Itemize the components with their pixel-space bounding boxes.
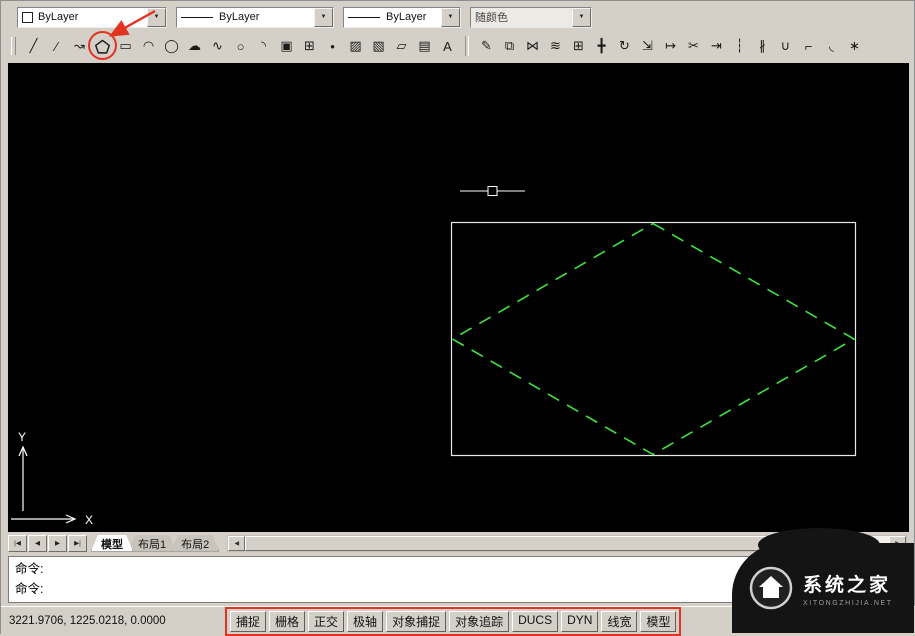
scale-icon[interactable]: ⇲ <box>636 34 659 58</box>
chevron-down-icon[interactable]: ▼ <box>441 8 460 27</box>
arc-icon[interactable]: ◠ <box>137 34 160 58</box>
annotation-highlight-box: 捕捉栅格正交极轴对象捕捉对象追踪DUCSDYN线宽模型 <box>225 607 681 636</box>
status-toggle-snap[interactable]: 捕捉 <box>230 611 266 632</box>
polyline-icon[interactable]: ↝ <box>68 34 91 58</box>
ucs-x-label: X <box>85 513 93 527</box>
region-icon[interactable]: ▱ <box>390 34 413 58</box>
watermark-site-domain: XITONGZHIJIA.NET <box>803 600 893 607</box>
circle-icon[interactable]: ◯ <box>160 34 183 58</box>
linetype-combo-value: ByLayer <box>219 11 259 23</box>
extend-icon[interactable]: ⇥ <box>705 34 728 58</box>
linetype-combo[interactable]: ByLayer ▼ <box>176 7 334 28</box>
polygon-icon[interactable] <box>91 34 114 58</box>
hatch-icon[interactable]: ▨ <box>344 34 367 58</box>
explode-icon[interactable]: ∗ <box>843 34 866 58</box>
site-logo-icon <box>748 565 794 611</box>
status-toggle-dyn[interactable]: DYN <box>561 611 598 632</box>
status-toggle-lineweight[interactable]: 线宽 <box>601 611 637 632</box>
tab-nav-prev[interactable]: ◀ <box>28 535 47 552</box>
chevron-down-icon[interactable]: ▼ <box>572 8 591 27</box>
status-toggle-ducs[interactable]: DUCS <box>512 611 558 632</box>
rectangle-entity[interactable] <box>452 223 856 456</box>
tab-nav-buttons: |◀◀▶▶| <box>8 535 88 552</box>
mirror-icon[interactable]: ⋈ <box>521 34 544 58</box>
tab-model[interactable]: 模型 <box>91 535 133 552</box>
dashed-diamond-entity[interactable] <box>453 224 855 455</box>
rectangle-icon[interactable]: ▭ <box>114 34 137 58</box>
drawing-canvas[interactable]: Y X <box>8 63 909 532</box>
copy-icon[interactable]: ⧉ <box>498 34 521 58</box>
gradient-icon[interactable]: ▧ <box>367 34 390 58</box>
coordinates-readout: 3221.9706, 1225.0218, 0.0000 <box>9 615 225 627</box>
array-icon[interactable]: ⊞ <box>567 34 590 58</box>
break-at-point-icon[interactable]: ┆ <box>728 34 751 58</box>
lineweight-combo[interactable]: ByLayer ▼ <box>343 7 461 28</box>
make-block-icon[interactable]: ⊞ <box>298 34 321 58</box>
status-toggle-polar[interactable]: 极轴 <box>347 611 383 632</box>
ucs-y-label: Y <box>18 430 26 444</box>
status-toggle-osnap[interactable]: 对象捕捉 <box>386 611 446 632</box>
toolbar-grip[interactable] <box>11 37 16 55</box>
tab-layout1[interactable]: 布局1 <box>128 535 176 552</box>
point-icon[interactable]: • <box>321 34 344 58</box>
chamfer-icon[interactable]: ⌐ <box>797 34 820 58</box>
chevron-down-icon[interactable]: ▼ <box>147 8 166 27</box>
revcloud-icon[interactable]: ☁ <box>183 34 206 58</box>
stretch-icon[interactable]: ↦ <box>659 34 682 58</box>
insert-block-icon[interactable]: ▣ <box>275 34 298 58</box>
canvas-graphics: Y X <box>8 63 909 532</box>
line-icon[interactable]: ╱ <box>22 34 45 58</box>
draw-toolbar: ╱⁄↝ ▭◠◯☁∿○◝▣⊞•▨▧▱▤A <box>22 34 459 58</box>
modify-toolbar: ✎⧉⋈≋⊞╋↻⇲↦✂⇥┆∦∪⌐◟∗ <box>475 34 866 58</box>
watermark-site-name: 系统之家 <box>803 570 893 597</box>
status-toggle-otrack[interactable]: 对象追踪 <box>449 611 509 632</box>
scroll-left-icon[interactable]: ◀ <box>228 536 245 551</box>
ellipse-arc-icon[interactable]: ◝ <box>252 34 275 58</box>
status-toggle-model[interactable]: 模型 <box>640 611 676 632</box>
fillet-icon[interactable]: ◟ <box>820 34 843 58</box>
trim-icon[interactable]: ✂ <box>682 34 705 58</box>
watermark: 系统之家 XITONGZHIJIA.NET <box>732 543 914 633</box>
construction-line-icon[interactable]: ⁄ <box>45 34 68 58</box>
status-toggle-grid[interactable]: 栅格 <box>269 611 305 632</box>
status-toggles: 捕捉栅格正交极轴对象捕捉对象追踪DUCSDYN线宽模型 <box>230 611 676 632</box>
join-icon[interactable]: ∪ <box>774 34 797 58</box>
plotstyle-combo[interactable]: 随颜色 ▼ <box>470 7 592 28</box>
lineweight-combo-value: ByLayer <box>386 11 426 23</box>
tab-nav-first[interactable]: |◀ <box>8 535 27 552</box>
tab-layout2[interactable]: 布局2 <box>171 535 219 552</box>
properties-toolbar: ByLayer ▼ ByLayer ▼ ByLayer ▼ 随颜色 ▼ <box>7 6 592 28</box>
erase-icon[interactable]: ✎ <box>475 34 498 58</box>
tab-nav-next[interactable]: ▶ <box>48 535 67 552</box>
ellipse-icon[interactable]: ○ <box>229 34 252 58</box>
draw-modify-toolbar: ╱⁄↝▭◠◯☁∿○◝▣⊞•▨▧▱▤A ✎⧉⋈≋⊞╋↻⇲↦✂⇥┆∦∪⌐◟∗ <box>7 33 866 59</box>
tab-nav-last[interactable]: ▶| <box>68 535 87 552</box>
color-swatch-icon <box>22 12 33 23</box>
scrollbar-thumb[interactable] <box>245 536 776 551</box>
status-toggle-ortho[interactable]: 正交 <box>308 611 344 632</box>
chevron-down-icon[interactable]: ▼ <box>314 8 333 27</box>
model-layout-tabs: 模型布局1布局2 <box>91 535 219 552</box>
crosshair-cursor <box>460 187 525 196</box>
mtext-icon[interactable]: A <box>436 34 459 58</box>
rotate-icon[interactable]: ↻ <box>613 34 636 58</box>
plotstyle-combo-value: 随颜色 <box>475 9 508 25</box>
spline-icon[interactable]: ∿ <box>206 34 229 58</box>
linetype-sample-icon <box>181 17 213 18</box>
table-icon[interactable]: ▤ <box>413 34 436 58</box>
move-icon[interactable]: ╋ <box>590 34 613 58</box>
color-combo-value: ByLayer <box>38 11 78 23</box>
offset-icon[interactable]: ≋ <box>544 34 567 58</box>
break-icon[interactable]: ∦ <box>751 34 774 58</box>
lineweight-sample-icon <box>348 17 380 18</box>
color-combo[interactable]: ByLayer ▼ <box>17 7 167 28</box>
toolbar-separator <box>465 36 469 56</box>
ucs-icon <box>11 447 75 523</box>
